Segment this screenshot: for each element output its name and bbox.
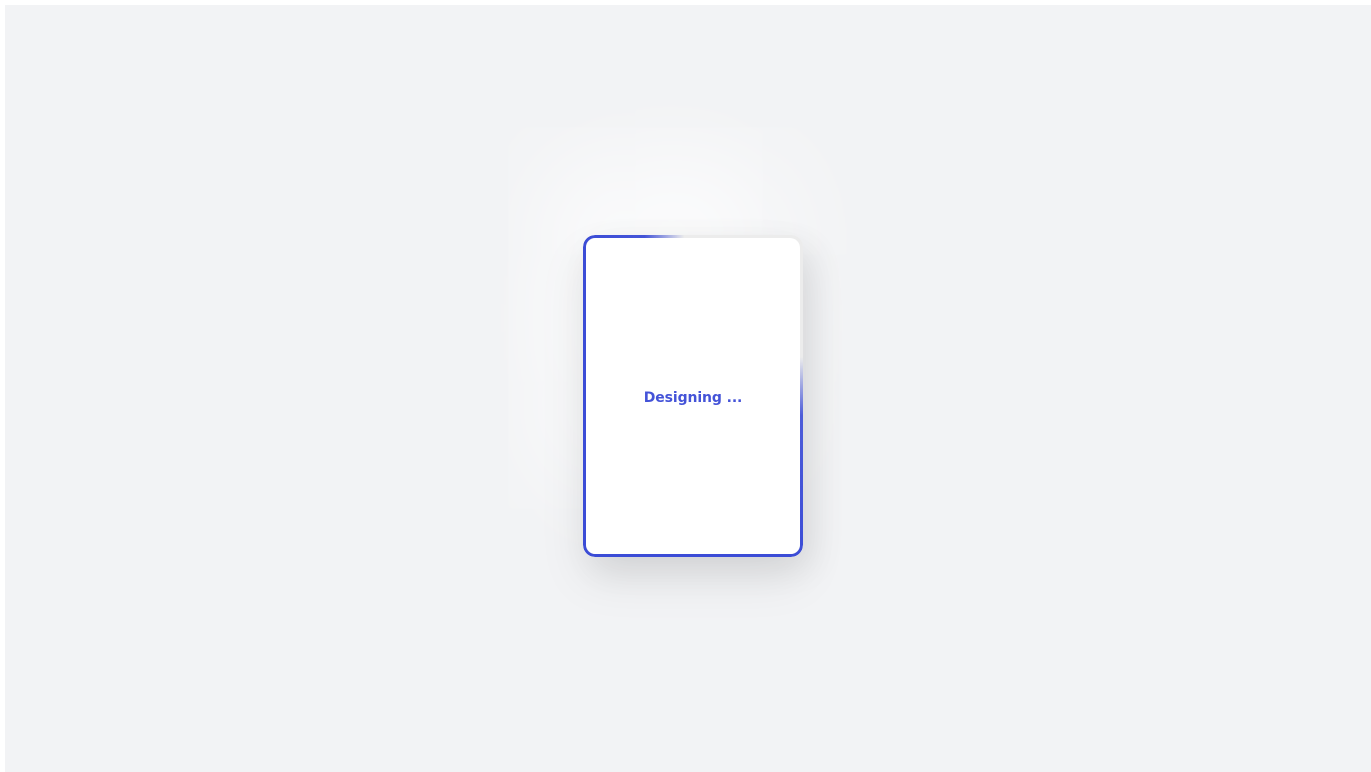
loading-card-shadow: Designing ... bbox=[583, 235, 803, 557]
loading-status-text: Designing ... bbox=[643, 390, 743, 406]
loading-card: Designing ... bbox=[586, 238, 800, 554]
app-background: Designing ... bbox=[5, 5, 1371, 772]
